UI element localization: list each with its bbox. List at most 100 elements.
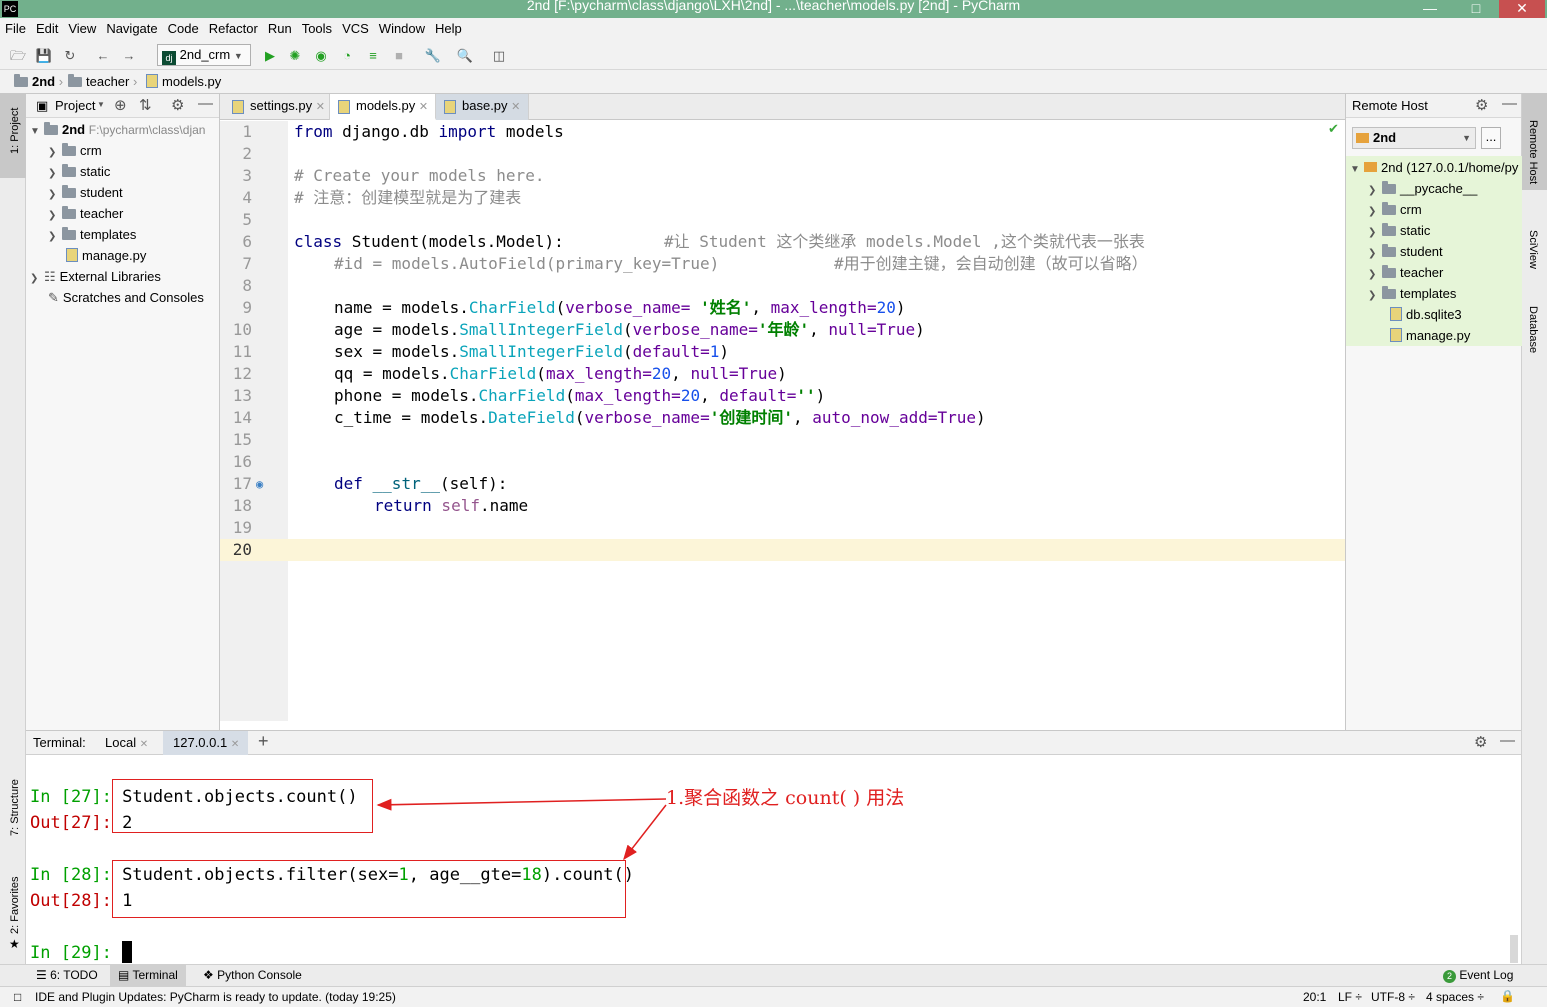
locate-icon[interactable]: ⊕ [114, 96, 127, 114]
folder-icon [1382, 202, 1396, 215]
terminal-tab[interactable]: ▤ Terminal [110, 965, 186, 986]
current-code-line: 20 [220, 539, 1345, 561]
menu-file[interactable]: File [0, 18, 31, 36]
menu-tools[interactable]: Tools [297, 18, 337, 36]
tree-item-crm[interactable]: ❯ crm [48, 140, 102, 161]
concurrency-icon[interactable]: ≡ [364, 47, 382, 65]
stop-icon[interactable]: ■ [390, 47, 408, 65]
hide-icon[interactable]: — [1502, 95, 1517, 112]
back-icon[interactable]: ← [94, 47, 112, 65]
vcs-icon[interactable]: ◫ [490, 47, 508, 65]
debug-icon[interactable]: ✺ [286, 47, 304, 65]
structure-tool-tab[interactable]: 7: Structure [9, 779, 21, 836]
sync-icon[interactable]: ↻ [61, 47, 79, 65]
code-line: 6 class Student(models.Model): #让 Student … [242, 232, 1145, 251]
toolbar: 🗁 💾 ↻ ← → dj 2nd_crm ▼ ▶ ✺ ◉ ◔ ≡ ■ 🔧 🔍 ◫ [0, 42, 1547, 70]
python-file-icon [146, 74, 158, 88]
open-folder-icon[interactable]: 🗁 [9, 47, 27, 65]
run-icon[interactable]: ▶ [261, 47, 279, 65]
remote-item-db[interactable]: db.sqlite3 [1390, 304, 1462, 325]
project-tool-tab[interactable]: 1: Project [9, 108, 21, 154]
tree-external-libraries[interactable]: ❯ ☷ External Libraries [30, 266, 161, 287]
event-log-tab[interactable]: 2 Event Log [1443, 968, 1513, 983]
remote-item-teacher[interactable]: ❯ teacher [1368, 262, 1443, 283]
lock-icon[interactable]: 🔒 [1500, 989, 1515, 1003]
hide-icon[interactable]: — [198, 95, 213, 112]
browse-button[interactable]: ... [1481, 127, 1501, 149]
server-select[interactable]: 2nd ▼ [1352, 127, 1476, 149]
folder-icon [44, 122, 58, 135]
editor: settings.py ✕ models.py ✕ base.py ✕ ✔ 1f… [220, 94, 1345, 730]
menu-vcs[interactable]: VCS [337, 18, 374, 36]
tree-item-teacher[interactable]: ❯ teacher [48, 203, 123, 224]
override-marker-icon[interactable]: ◉ [256, 473, 263, 495]
caret-position[interactable]: 20:1 [1303, 990, 1326, 1004]
close-tab-icon[interactable]: ✕ [511, 101, 520, 113]
remote-item-static[interactable]: ❯ static [1368, 220, 1430, 241]
remote-host-tool-tab[interactable]: Remote Host [1527, 120, 1539, 184]
close-tab-icon[interactable]: ✕ [316, 101, 325, 113]
gear-icon[interactable]: ⚙ [171, 96, 184, 114]
line-separator[interactable]: LF ÷ [1338, 990, 1362, 1004]
breadcrumb-teacher[interactable]: teacher › [68, 74, 137, 89]
close-tab-icon[interactable]: ✕ [419, 101, 428, 113]
wrench-icon[interactable]: 🔧 [424, 47, 442, 65]
right-tool-strip: Remote Host SciView Database [1521, 94, 1547, 964]
python-file-icon [1390, 328, 1402, 342]
project-view-select[interactable]: Project [55, 98, 95, 113]
folder-icon [62, 164, 76, 177]
tree-item-student[interactable]: ❯ student [48, 182, 123, 203]
menu-code[interactable]: Code [163, 18, 204, 36]
breadcrumb-file[interactable]: models.py [146, 74, 221, 89]
tab-settings[interactable]: settings.py ✕ [224, 94, 330, 120]
status-message[interactable]: IDE and Plugin Updates: PyCharm is ready… [35, 990, 396, 1004]
code-line: 16 [232, 452, 252, 471]
remote-item-student[interactable]: ❯ student [1368, 241, 1443, 262]
code-line: 17 ◉ def __str__(self): [232, 473, 508, 495]
code-line: 14 c_time = models.DateField(verbose_name… [232, 408, 986, 427]
remote-item-crm[interactable]: ❯ crm [1368, 199, 1422, 220]
python-console-tab[interactable]: ❖ Python Console [203, 968, 302, 982]
tree-item-static[interactable]: ❯ static [48, 161, 110, 182]
remote-tree-root[interactable]: ▼ 2nd (127.0.0.1/home/py [1350, 157, 1518, 178]
tab-base[interactable]: base.py ✕ [436, 94, 529, 120]
indent-setting[interactable]: 4 spaces ÷ [1426, 990, 1484, 1004]
save-icon[interactable]: 💾 [35, 47, 53, 65]
tree-root[interactable]: ▼ 2nd F:\pycharm\class\djan [30, 119, 205, 140]
folder-icon [1382, 244, 1396, 257]
coverage-icon[interactable]: ◉ [312, 47, 330, 65]
terminal-scrollbar[interactable] [1510, 935, 1518, 963]
favorites-tool-tab[interactable]: 2: Favorites [9, 877, 21, 934]
tree-item-templates[interactable]: ❯ templates [48, 224, 136, 245]
menu-edit[interactable]: Edit [31, 18, 63, 36]
sciview-tool-tab[interactable]: SciView [1527, 230, 1539, 269]
file-encoding[interactable]: UTF-8 ÷ [1371, 990, 1415, 1004]
title-bar: PC 2nd [F:\pycharm\class\django\LXH\2nd]… [0, 0, 1547, 18]
forward-icon[interactable]: → [120, 47, 138, 65]
menu-refactor[interactable]: Refactor [204, 18, 263, 36]
search-icon[interactable]: 🔍 [456, 47, 474, 65]
tree-item-manage[interactable]: manage.py [66, 245, 146, 266]
remote-item-pycache[interactable]: ❯ __pycache__ [1368, 178, 1477, 199]
menu-run[interactable]: Run [263, 18, 297, 36]
menu-help[interactable]: Help [430, 18, 467, 36]
maximize-icon[interactable]: □ [1453, 0, 1499, 18]
tree-scratches[interactable]: ✎ Scratches and Consoles [48, 287, 204, 308]
code-area[interactable]: 1 from django.db import models 2 3 # Creat… [220, 121, 1345, 721]
profile-icon[interactable]: ◔ [338, 47, 356, 65]
menu-window[interactable]: Window [374, 18, 430, 36]
minimize-icon[interactable]: — [1407, 0, 1453, 18]
breadcrumb-root[interactable]: 2nd › [14, 74, 63, 89]
menu-view[interactable]: View [63, 18, 101, 36]
menu-navigate[interactable]: Navigate [101, 18, 162, 36]
database-tool-tab[interactable]: Database [1527, 306, 1539, 353]
close-icon[interactable]: ✕ [1499, 0, 1545, 18]
remote-item-manage[interactable]: manage.py [1390, 325, 1470, 346]
tab-models[interactable]: models.py ✕ [330, 94, 436, 120]
collapse-icon[interactable]: ⇅ [139, 96, 152, 114]
run-config-select[interactable]: dj 2nd_crm ▼ [157, 44, 251, 66]
remote-item-templates[interactable]: ❯ templates [1368, 283, 1456, 304]
annotation-text: 1.聚合函数之 count( ) 用法 [666, 787, 905, 809]
todo-tab[interactable]: ☰ 6: TODO [36, 968, 98, 982]
gear-icon[interactable]: ⚙ [1475, 96, 1488, 114]
